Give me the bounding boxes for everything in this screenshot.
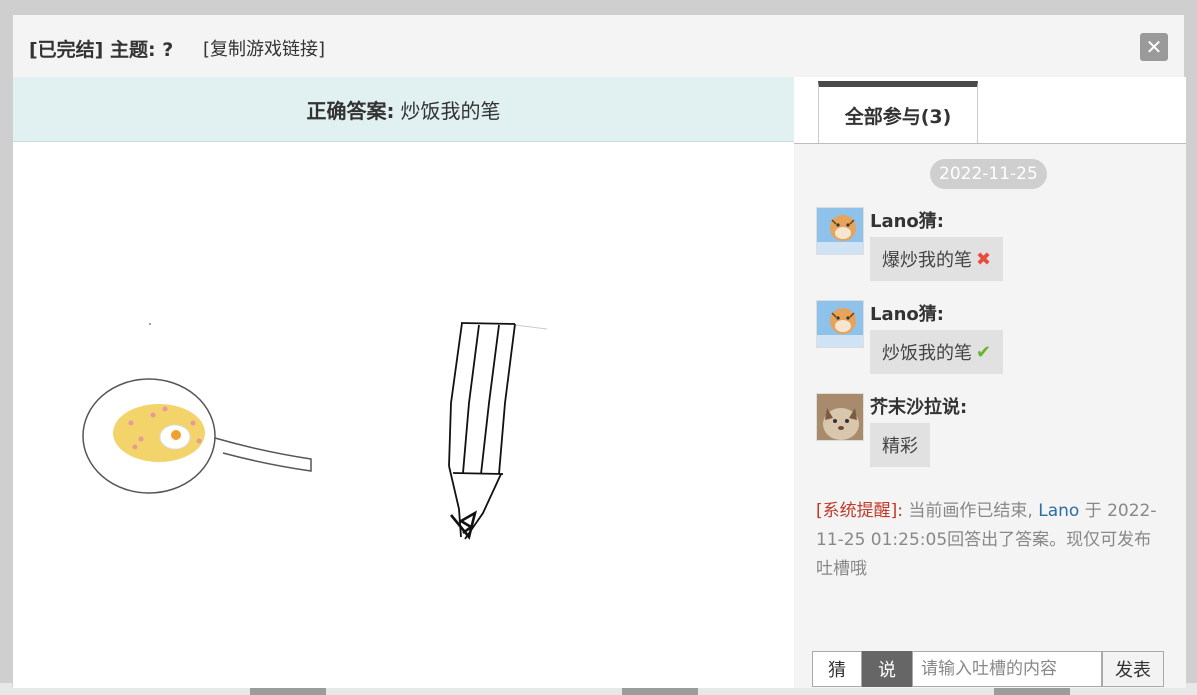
background-tab xyxy=(994,687,1070,695)
game-status: [已完结] xyxy=(29,39,104,61)
copy-game-link[interactable]: [复制游戏链接] xyxy=(203,35,325,61)
winner-username[interactable]: Lano xyxy=(1038,501,1079,521)
answer-label: 正确答案: xyxy=(306,98,395,123)
close-button[interactable]: ✕ xyxy=(1140,33,1168,61)
date-divider: 2022-11-25 xyxy=(930,159,1047,189)
message-bubble: 爆炒我的笔 ✖ xyxy=(870,237,1004,281)
system-notice-tag: [系统提醒]: xyxy=(816,501,903,521)
modal-header: [已完结] 主题: ? [复制游戏链接] ✕ xyxy=(13,15,1184,78)
chat-panel: 全部参与(3) 2022-11-25 Lano猜: 爆炒我的笔 ✖ Lano猜:… xyxy=(794,77,1186,688)
answer-value: 炒饭我的笔 xyxy=(400,98,501,123)
comment-input-bar: 猜 说 发表 xyxy=(812,651,1164,687)
background-tab xyxy=(622,687,698,695)
chat-tabs: 全部参与(3) xyxy=(794,77,1186,144)
background-tab xyxy=(250,687,326,695)
pencil-drawing xyxy=(448,322,548,540)
game-topic: 主题: ? xyxy=(110,39,174,61)
message-bubble: 精彩 xyxy=(870,423,930,467)
drawing-panel: 正确答案: 炒饭我的笔 xyxy=(13,77,795,688)
modal-title: [已完结] 主题: ? xyxy=(29,35,173,62)
correct-answer-bar: 正确答案: 炒饭我的笔 xyxy=(13,77,794,142)
message-text: 炒饭我的笔 xyxy=(882,343,972,364)
comment-input[interactable] xyxy=(912,651,1102,687)
drawing-canvas xyxy=(82,322,548,540)
sender-name: 芥末沙拉说: xyxy=(870,397,968,418)
cross-icon: ✖ xyxy=(976,248,992,270)
game-result-modal: [已完结] 主题: ? [复制游戏链接] ✕ 正确答案: 炒饭我的笔 全部参与(… xyxy=(12,14,1186,688)
send-button[interactable]: 发表 xyxy=(1102,651,1164,687)
guess-mode-button[interactable]: 猜 xyxy=(812,651,862,687)
tiger-avatar[interactable] xyxy=(816,300,864,348)
tiger-avatar[interactable] xyxy=(816,207,864,255)
cat-avatar[interactable] xyxy=(816,393,864,441)
system-notice-text: 当前画作已结束, xyxy=(903,501,1039,521)
message-text: 爆炒我的笔 xyxy=(882,250,972,271)
tab-all-participants[interactable]: 全部参与(3) xyxy=(818,81,978,143)
message-text: 精彩 xyxy=(882,436,918,457)
frying-pan-drawing xyxy=(82,323,312,494)
close-icon: ✕ xyxy=(1145,35,1163,59)
check-icon: ✔ xyxy=(976,341,992,363)
sender-name: Lano猜: xyxy=(870,211,944,232)
message-bubble: 炒饭我的笔 ✔ xyxy=(870,330,1004,374)
sender-name: Lano猜: xyxy=(870,304,944,325)
say-mode-button[interactable]: 说 xyxy=(862,651,912,687)
system-notice: [系统提醒]: 当前画作已结束, Lano 于 2022-11-25 01:25… xyxy=(816,497,1166,584)
